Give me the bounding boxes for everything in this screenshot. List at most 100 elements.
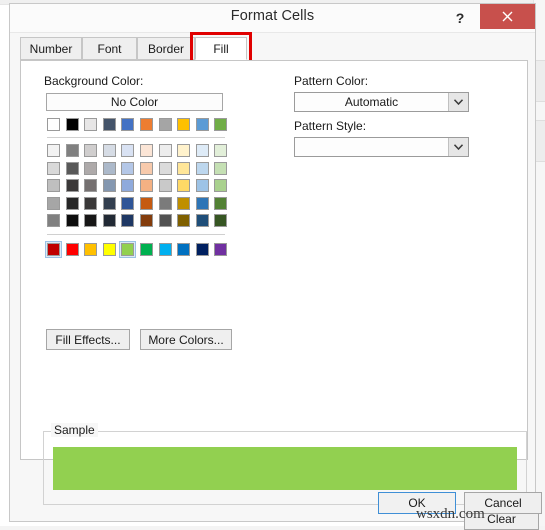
tint-color-swatch-r4-7[interactable] (175, 212, 192, 229)
standard-color-swatch-2[interactable] (82, 241, 99, 258)
tab-font[interactable]: Font (82, 37, 137, 60)
tint-color-swatch-r0-7[interactable] (175, 142, 192, 159)
tab-fill[interactable]: Fill (195, 37, 247, 60)
theme-color-swatch-2[interactable] (82, 116, 99, 133)
tint-color-swatch-r3-1[interactable] (64, 195, 81, 212)
standard-color-swatch-4[interactable] (119, 241, 136, 258)
no-color-button[interactable]: No Color (46, 93, 223, 111)
color-swatch (66, 162, 79, 175)
fill-effects-button[interactable]: Fill Effects... (46, 329, 130, 350)
theme-color-swatch-4[interactable] (119, 116, 136, 133)
tint-color-swatch-r0-3[interactable] (101, 142, 118, 159)
tint-color-swatch-r2-6[interactable] (157, 177, 174, 194)
tint-color-swatch-r1-6[interactable] (157, 160, 174, 177)
tint-color-swatch-r1-9[interactable] (212, 160, 229, 177)
color-swatch (84, 214, 97, 227)
tint-color-swatch-r3-9[interactable] (212, 195, 229, 212)
tint-color-swatch-r4-3[interactable] (101, 212, 118, 229)
tint-color-swatch-r2-7[interactable] (175, 177, 192, 194)
tint-color-swatch-r0-8[interactable] (194, 142, 211, 159)
tint-color-swatch-r3-8[interactable] (194, 195, 211, 212)
tint-color-swatch-r2-0[interactable] (45, 177, 62, 194)
tint-color-swatch-r3-3[interactable] (101, 195, 118, 212)
tint-color-swatch-r0-0[interactable] (45, 142, 62, 159)
tint-color-swatch-r4-8[interactable] (194, 212, 211, 229)
standard-color-swatch-0[interactable] (45, 241, 62, 258)
tab-border[interactable]: Border (137, 37, 195, 60)
tint-color-swatch-r2-1[interactable] (64, 177, 81, 194)
theme-color-swatch-7[interactable] (175, 116, 192, 133)
tint-color-swatch-r4-2[interactable] (82, 212, 99, 229)
tint-color-swatch-r4-4[interactable] (119, 212, 136, 229)
color-swatch (159, 197, 172, 210)
help-button[interactable]: ? (447, 5, 473, 30)
color-swatch (84, 118, 97, 131)
standard-color-swatch-5[interactable] (138, 241, 155, 258)
more-colors-button[interactable]: More Colors... (140, 329, 232, 350)
tint-color-swatch-r2-5[interactable] (138, 177, 155, 194)
color-swatch (140, 144, 153, 157)
tab-number[interactable]: Number (20, 37, 82, 60)
color-swatch (177, 118, 190, 131)
standard-color-swatch-9[interactable] (212, 241, 229, 258)
tint-color-swatch-r2-3[interactable] (101, 177, 118, 194)
tint-color-swatch-r0-5[interactable] (138, 142, 155, 159)
tint-color-swatch-r4-0[interactable] (45, 212, 62, 229)
standard-color-swatch-7[interactable] (175, 241, 192, 258)
tint-color-swatch-r1-4[interactable] (119, 160, 136, 177)
tint-color-swatch-r3-2[interactable] (82, 195, 99, 212)
color-swatch (140, 243, 153, 256)
tint-color-swatch-r1-7[interactable] (175, 160, 192, 177)
tint-color-swatch-r0-9[interactable] (212, 142, 229, 159)
color-swatch (121, 214, 134, 227)
tint-color-swatch-r2-8[interactable] (194, 177, 211, 194)
theme-color-swatch-8[interactable] (194, 116, 211, 133)
standard-color-swatch-3[interactable] (101, 241, 118, 258)
tint-color-swatch-r0-1[interactable] (64, 142, 81, 159)
theme-color-swatch-0[interactable] (45, 116, 62, 133)
theme-color-swatch-1[interactable] (64, 116, 81, 133)
theme-color-swatch-6[interactable] (157, 116, 174, 133)
color-swatch (121, 162, 134, 175)
color-swatch (196, 197, 209, 210)
tint-color-swatch-r1-8[interactable] (194, 160, 211, 177)
standard-color-swatch-6[interactable] (157, 241, 174, 258)
tint-color-swatch-r4-5[interactable] (138, 212, 155, 229)
theme-color-swatch-3[interactable] (101, 116, 118, 133)
color-swatch (159, 179, 172, 192)
tint-color-swatch-r1-3[interactable] (101, 160, 118, 177)
color-swatch (214, 144, 227, 157)
pattern-color-select[interactable]: Automatic (294, 92, 469, 112)
color-swatch (47, 214, 60, 227)
tint-color-swatch-r0-4[interactable] (119, 142, 136, 159)
tint-color-swatch-r2-9[interactable] (212, 177, 229, 194)
color-swatch (214, 179, 227, 192)
tint-color-swatch-r2-4[interactable] (119, 177, 136, 194)
theme-color-swatch-5[interactable] (138, 116, 155, 133)
standard-color-swatch-1[interactable] (64, 241, 81, 258)
close-icon (502, 11, 513, 22)
tint-color-swatch-r4-6[interactable] (157, 212, 174, 229)
tint-color-swatch-r3-6[interactable] (157, 195, 174, 212)
tint-color-swatch-r1-5[interactable] (138, 160, 155, 177)
tint-color-swatch-r4-1[interactable] (64, 212, 81, 229)
tint-color-swatch-r0-6[interactable] (157, 142, 174, 159)
tint-color-swatch-r2-2[interactable] (82, 177, 99, 194)
tint-color-swatch-r4-9[interactable] (212, 212, 229, 229)
tint-color-swatch-r3-0[interactable] (45, 195, 62, 212)
color-swatch (66, 179, 79, 192)
color-swatch (84, 179, 97, 192)
standard-color-swatch-8[interactable] (194, 241, 211, 258)
pattern-style-select[interactable] (294, 137, 469, 157)
tint-color-swatch-r1-2[interactable] (82, 160, 99, 177)
color-swatch (121, 243, 134, 256)
tint-color-swatch-r3-7[interactable] (175, 195, 192, 212)
theme-color-swatch-9[interactable] (212, 116, 229, 133)
tint-color-swatch-r0-2[interactable] (82, 142, 99, 159)
tint-color-swatch-r1-0[interactable] (45, 160, 62, 177)
tint-color-swatch-r3-5[interactable] (138, 195, 155, 212)
cancel-label: Cancel (484, 496, 521, 510)
close-button[interactable] (480, 4, 535, 29)
tint-color-swatch-r3-4[interactable] (119, 195, 136, 212)
tint-color-swatch-r1-1[interactable] (64, 160, 81, 177)
